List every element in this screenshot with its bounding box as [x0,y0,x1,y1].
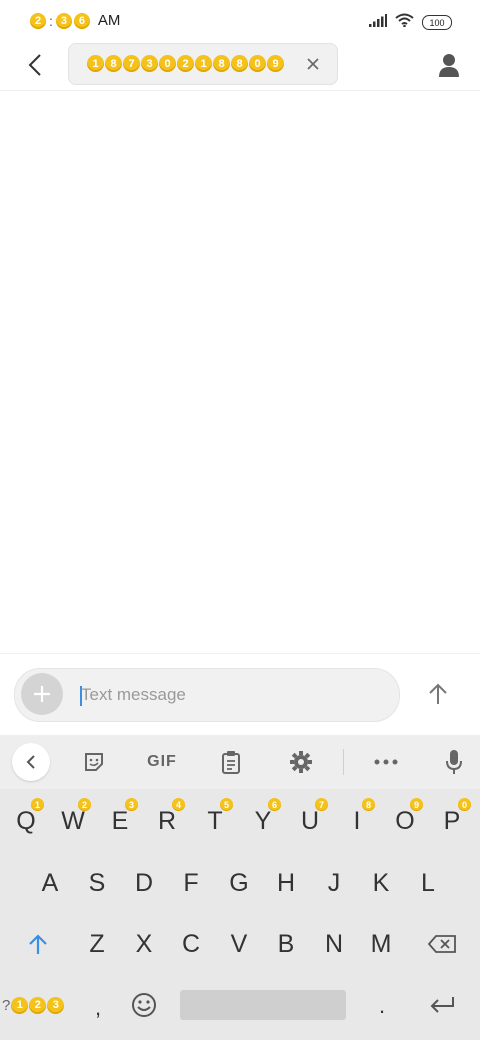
recipient-digit: 9 [267,55,284,72]
close-icon [307,58,319,70]
comma-key[interactable]: , [76,983,120,1033]
recipient-number: 1 8 7 3 0 2 1 8 8 0 9 [87,55,284,72]
sticker-button[interactable] [76,743,112,781]
recipient-digit: 0 [249,55,266,72]
send-button[interactable] [418,674,458,714]
clock-ampm: AM [97,12,121,29]
key-hint: 7 [315,798,328,811]
symbols-digit: 1 [11,996,29,1014]
battery-icon: 100 [422,15,452,30]
shift-key[interactable] [16,919,60,969]
key-d[interactable]: D [122,858,166,908]
more-button[interactable] [368,743,404,781]
voice-input-button[interactable] [436,743,472,781]
wifi-icon [395,13,414,32]
key-hint: 8 [362,798,375,811]
attach-button[interactable] [21,673,63,715]
recipient-digit: 0 [159,55,176,72]
symbols-digit: 3 [47,996,65,1014]
key-hint: 1 [31,798,44,811]
key-l[interactable]: L [406,858,450,908]
backspace-icon [428,935,456,953]
plus-icon [34,686,50,702]
recipient-digit: 1 [195,55,212,72]
key-k[interactable]: K [359,858,403,908]
emoji-icon [132,993,156,1017]
message-input[interactable] [81,669,381,721]
shift-arrow-icon [29,934,47,954]
key-h[interactable]: H [264,858,308,908]
status-icons: 100 [369,13,452,32]
more-dots-icon [374,759,398,765]
recipient-digit: 2 [177,55,194,72]
recipient-digit: 3 [141,55,158,72]
conversation-header: 1 8 7 3 0 2 1 8 8 0 9 [0,42,480,91]
message-field [14,668,400,722]
key-a[interactable]: A [28,858,72,908]
microphone-icon [446,750,462,774]
recipient-digit: 8 [105,55,122,72]
enter-key[interactable] [420,980,464,1030]
signal-icon [369,13,387,32]
back-arrow-icon [28,54,41,76]
recipient-digit: 1 [87,55,104,72]
backspace-key[interactable] [420,919,464,969]
key-z[interactable]: Z [75,919,119,969]
status-bar: 2 : 3 6 AM 100 [0,0,480,42]
gear-icon [290,751,312,773]
symbols-prefix: ? [2,996,11,1014]
sticker-icon [85,753,103,771]
gif-button[interactable]: GIF [140,743,184,781]
keyboard-toolbar: GIF [0,735,480,789]
recipient-chip[interactable]: 1 8 7 3 0 2 1 8 8 0 9 [68,43,338,85]
recipient-digit: 8 [213,55,230,72]
key-hint: 4 [172,798,185,811]
symbols-key[interactable]: ? 1 2 3 [2,985,76,1025]
contact-button[interactable] [432,48,466,82]
key-x[interactable]: X [122,919,166,969]
keyboard: GIF Q W E R T Y U I O P 1 2 3 4 5 6 7 8 … [0,735,480,1040]
key-m[interactable]: M [359,919,403,969]
key-hint: 5 [220,798,233,811]
key-b[interactable]: B [264,919,308,969]
enter-icon [430,997,454,1013]
collapse-toolbar-button[interactable] [12,743,50,781]
key-j[interactable]: J [312,858,356,908]
toolbar-divider [343,749,344,775]
arrow-up-icon [429,683,447,704]
key-v[interactable]: V [217,919,261,969]
back-button[interactable] [18,48,52,82]
compose-bar [0,653,480,736]
key-s[interactable]: S [75,858,119,908]
clipboard-icon [222,751,240,774]
key-hint: 3 [125,798,138,811]
clock-minute-ones: 6 [73,12,90,29]
key-hint: 9 [410,798,423,811]
key-c[interactable]: C [169,919,213,969]
person-icon [439,54,459,77]
key-hint: 6 [268,798,281,811]
recipient-digit: 7 [123,55,140,72]
symbols-digit: 2 [29,996,47,1014]
clear-recipient-button[interactable] [303,54,323,74]
key-hint: 0 [458,798,471,811]
settings-button[interactable] [283,743,319,781]
key-hint: 2 [78,798,91,811]
recipient-digit: 8 [231,55,248,72]
period-key[interactable]: . [360,981,404,1031]
clock-minute-tens: 3 [55,12,72,29]
key-n[interactable]: N [312,919,356,969]
chevron-left-icon [26,755,35,769]
space-bar[interactable] [180,990,346,1020]
clipboard-button[interactable] [213,743,249,781]
clock-hour: 2 [30,12,46,29]
key-f[interactable]: F [169,858,213,908]
key-g[interactable]: G [217,858,261,908]
emoji-key[interactable] [122,980,166,1030]
clock: 2 : 3 6 AM [30,12,120,29]
